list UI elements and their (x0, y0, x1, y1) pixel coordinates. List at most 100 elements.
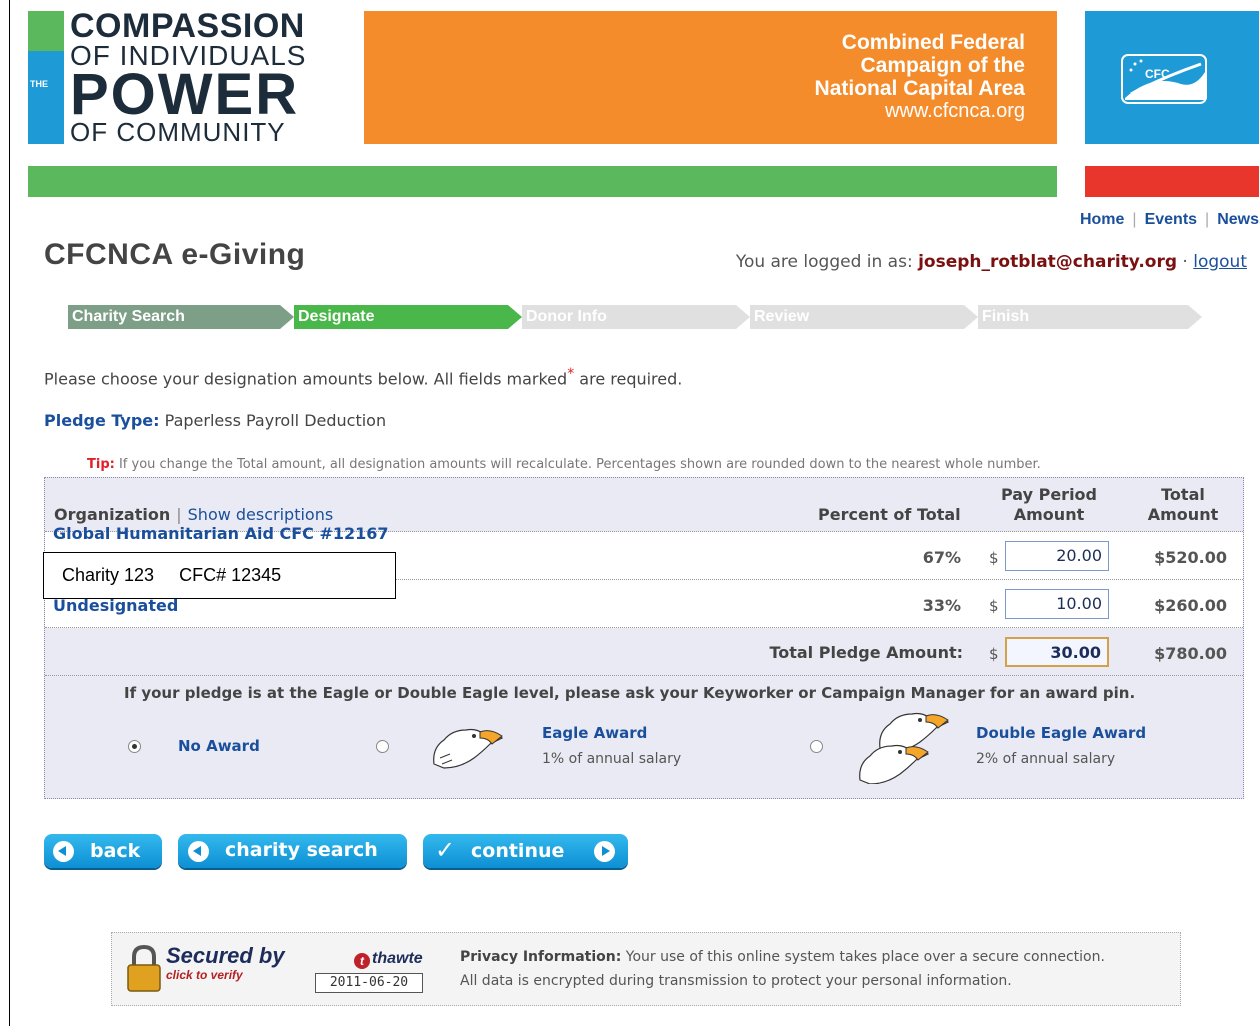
currency-symbol: $ (989, 549, 999, 567)
percent-value: 33% (922, 596, 961, 615)
header-total: Total Amount (1135, 485, 1231, 525)
security-footer: Secured by t thawte click to verify 2011-… (111, 932, 1181, 1006)
campaign-line3: National Capital Area (814, 77, 1025, 100)
currency-symbol: $ (989, 597, 999, 615)
eagle-icon (433, 728, 504, 769)
charity-search-button[interactable]: charity search (178, 834, 407, 868)
header-pay-period-line1: Pay Period (1001, 485, 1097, 504)
currency-symbol: $ (989, 645, 999, 663)
secured-by-text: Secured by (166, 943, 285, 968)
intro-after: are required. (579, 369, 683, 389)
logo-line3: POWER (70, 62, 300, 127)
double-eagle-award-radio[interactable] (810, 740, 823, 753)
cfc-logo-icon: CFC (1121, 54, 1207, 104)
charity-link[interactable]: Global Humanitarian Aid CFC #12167 (53, 524, 389, 543)
percent-value: 67% (922, 548, 961, 567)
privacy-text-2: All data is encrypted during transmissio… (460, 973, 1012, 989)
tip-text: Tip: If you change the Total amount, all… (87, 457, 1041, 472)
header-organization: Organization | Show descriptions (54, 505, 333, 524)
checkmark-icon: ✓ (435, 836, 456, 864)
header-pay-period: Pay Period Amount (993, 485, 1105, 525)
campaign-url: www.cfcnca.org (884, 100, 1025, 122)
back-button[interactable]: back (44, 834, 162, 868)
header-separator: | (176, 505, 182, 524)
header-organization-label: Organization (54, 505, 171, 524)
privacy-line1: Privacy Information: Your use of this on… (460, 945, 1105, 969)
total-pledge-amount-input[interactable]: 30.00 (1005, 637, 1109, 667)
header-total-line2: Amount (1147, 505, 1219, 524)
campaign-banner: Combined Federal Campaign of the Nationa… (364, 11, 1057, 144)
pledge-type: Pledge Type: Paperless Payroll Deduction (44, 411, 386, 430)
thawte-text: t thawte (354, 950, 423, 969)
no-award-label: No Award (178, 737, 260, 755)
no-award-radio[interactable] (128, 740, 141, 753)
login-status: You are logged in as: joseph_rotblat@cha… (736, 252, 1247, 272)
login-prefix: You are logged in as: (735, 252, 913, 272)
logo-line4: OF COMMUNITY (70, 117, 286, 147)
award-note: If your pledge is at the Eagle or Double… (124, 684, 1136, 702)
step-charity-search[interactable]: Charity Search (68, 305, 294, 329)
total-pledge-total-value: $780.00 (1154, 644, 1227, 663)
campaign-line1: Combined Federal (841, 31, 1025, 54)
step-designate: Designate (294, 305, 522, 329)
eagle-award-label: Eagle Award (542, 724, 648, 742)
total-row: Total Pledge Amount: $ 30.00 $780.00 (45, 628, 1243, 676)
back-button-label: back (90, 840, 141, 862)
logout-link[interactable]: logout (1193, 252, 1247, 272)
logo-the: THE (30, 79, 48, 89)
continue-arrow-icon (594, 841, 615, 862)
page-left-border (9, 0, 10, 1026)
page-title: CFCNCA e-Giving (44, 238, 306, 271)
total-pledge-label: Total Pledge Amount: (769, 643, 963, 662)
overlay-cfc-number: CFC# 12345 (179, 565, 282, 585)
back-arrow-icon (53, 841, 74, 862)
tip-body: If you change the Total amount, all desi… (118, 457, 1041, 472)
total-amount-value: $520.00 (1154, 548, 1227, 567)
nav-news-link[interactable]: News (1217, 211, 1259, 228)
top-nav: Home | Events | News (1080, 211, 1259, 229)
compassion-logo: THE COMPASSION OF INDIVIDUALS POWER OF C… (28, 7, 364, 147)
nav-separator: | (1205, 211, 1210, 228)
pay-period-amount-input[interactable]: 10.00 (1005, 589, 1109, 619)
eagle-award-radio[interactable] (376, 740, 389, 753)
header-pay-period-line2: Amount (1013, 505, 1085, 524)
login-user: joseph_rotblat@charity.org (918, 252, 1178, 272)
thawte-name: thawte (372, 950, 423, 967)
nav-separator: | (1132, 211, 1137, 228)
privacy-text-1: Your use of this online system takes pla… (625, 949, 1105, 965)
double-eagle-award-label: Double Eagle Award (976, 724, 1147, 742)
intro-text: Please choose your designation amounts b… (44, 366, 682, 388)
nav-home-link[interactable]: Home (1080, 211, 1124, 228)
eagle-award-sub: 1% of annual salary (542, 751, 682, 767)
campaign-name: Combined Federal Campaign of the Nationa… (815, 31, 1025, 123)
total-amount-value: $260.00 (1154, 596, 1227, 615)
login-dot: · (1182, 252, 1188, 272)
double-eagle-icon (859, 712, 950, 784)
pledge-type-label: Pledge Type: (44, 411, 160, 430)
privacy-info: Privacy Information: Your use of this on… (460, 945, 1105, 993)
nav-events-link[interactable]: Events (1145, 211, 1197, 228)
intro-before: Please choose your designation amounts b… (44, 369, 568, 389)
continue-button[interactable]: ✓ continue (423, 834, 628, 868)
green-strip (28, 166, 1057, 197)
charity-search-button-label: charity search (225, 839, 378, 861)
thawte-seal[interactable]: Secured by t thawte click to verify 2011-… (122, 941, 432, 997)
header-percent: Percent of Total (818, 505, 961, 524)
padlock-icon (127, 944, 161, 992)
continue-button-label: continue (471, 840, 565, 862)
show-descriptions-link[interactable]: Show descriptions (188, 505, 334, 524)
pledge-type-value: Paperless Payroll Deduction (164, 411, 387, 430)
pay-period-amount-input[interactable]: 20.00 (1005, 541, 1109, 571)
header-banner: THE COMPASSION OF INDIVIDUALS POWER OF C… (28, 7, 1259, 147)
overlay-charity-name: Charity 123 (62, 565, 155, 585)
campaign-line2: Campaign of the (860, 54, 1025, 77)
click-to-verify-text: click to verify (166, 968, 243, 982)
cfc-logo-text: CFC (1145, 67, 1170, 81)
required-star: * (567, 366, 575, 382)
red-strip (1085, 166, 1259, 197)
double-eagle-award-sub: 2% of annual salary (976, 751, 1116, 767)
header-total-line1: Total (1161, 485, 1205, 504)
charity-search-arrow-icon (188, 841, 209, 862)
step-finish: Finish (978, 305, 1202, 329)
tip-label: Tip: (87, 457, 115, 472)
